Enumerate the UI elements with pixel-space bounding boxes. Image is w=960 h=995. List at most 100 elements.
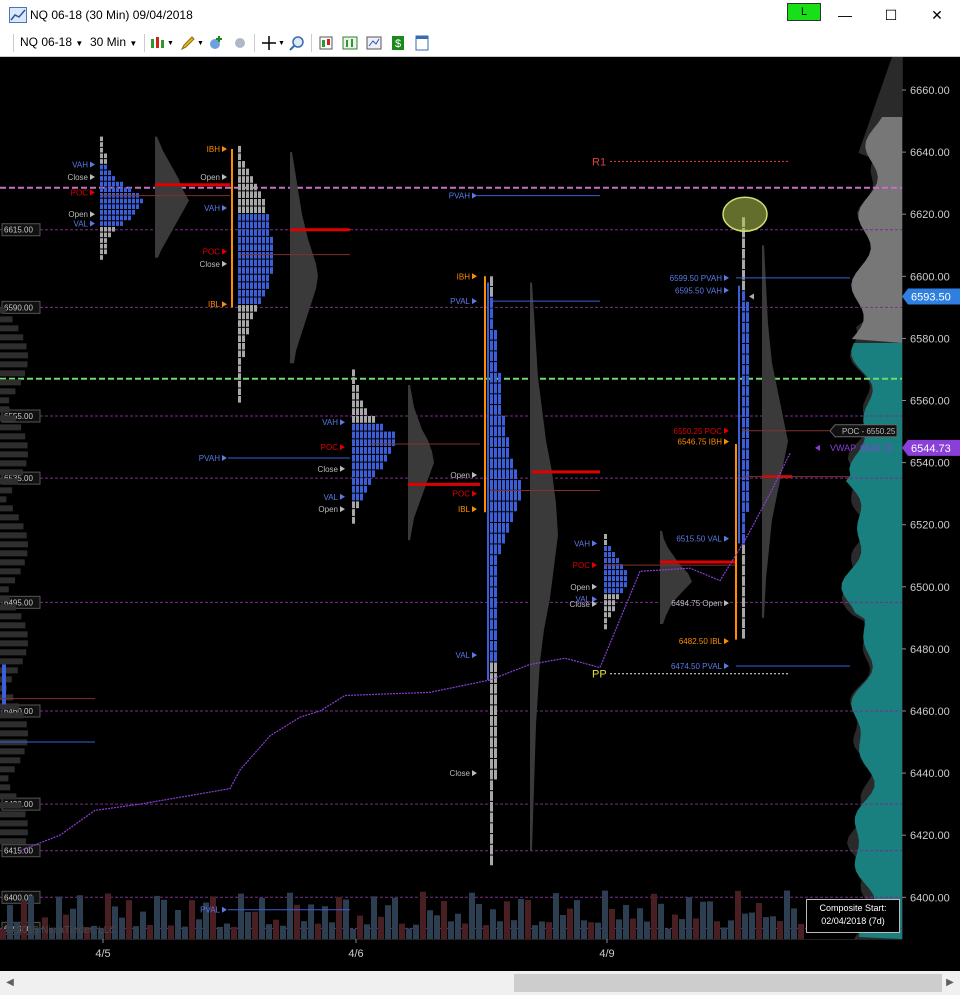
level-arrow-icon: [724, 662, 729, 669]
profile-level-label: POC: [573, 561, 591, 570]
tpo-block: [494, 598, 497, 608]
tpo-block: [262, 252, 265, 259]
tpo-block: [494, 651, 497, 662]
bar-type-icon[interactable]: [150, 35, 166, 51]
market-profile-chart[interactable]: 6615.006590.006555.006535.006495.006460.…: [0, 57, 902, 939]
tpo-block: [124, 187, 127, 193]
tpo-block: [376, 439, 379, 447]
tpo-block: [494, 694, 497, 705]
tpo-block: [746, 375, 749, 386]
status-badge[interactable]: L: [787, 3, 821, 21]
tpo-block: [742, 407, 745, 417]
tpo-block: [498, 501, 501, 512]
minimize-button[interactable]: —: [822, 0, 868, 30]
tpo-block: [612, 558, 615, 564]
title-bar[interactable]: NQ 06-18 (30 Min) 09/04/2018 L — ☐ ✕: [0, 0, 960, 30]
tpo-block: [494, 458, 497, 469]
vwap-value-label: 6544.73: [860, 443, 893, 453]
composite-start-date: 02/04/2018 (7d): [821, 916, 885, 926]
tpo-block: [246, 168, 249, 176]
strategies-icon[interactable]: [232, 35, 248, 51]
chart-trader-icon[interactable]: [318, 35, 334, 51]
tpo-block: [254, 236, 257, 244]
tpo-block: [242, 312, 245, 320]
performance-icon[interactable]: [342, 35, 358, 51]
tpo-block: [498, 458, 501, 469]
chevron-down-icon[interactable]: ▼: [278, 40, 285, 47]
volume-bar: [217, 926, 223, 939]
data-box-icon[interactable]: [366, 35, 382, 51]
tpo-block: [0, 766, 15, 773]
volume-bar: [175, 910, 181, 939]
tpo-block: [490, 319, 493, 329]
window-title: NQ 06-18 (30 Min) 09/04/2018: [30, 8, 193, 22]
tpo-block: [746, 312, 749, 322]
tpo-block: [0, 361, 28, 368]
price-axis[interactable]: 6660.00 6640.00 6620.00 6600.00 6580.00 6560.…: [901, 57, 960, 939]
tpo-block: [384, 447, 387, 454]
tpo-block: [514, 469, 517, 480]
tpo-block: [246, 305, 249, 312]
tpo-block: [100, 187, 103, 193]
close-button[interactable]: ✕: [914, 0, 960, 30]
tpo-block: [136, 204, 139, 209]
tpo-block: [250, 214, 253, 221]
maximize-button[interactable]: ☐: [868, 0, 914, 30]
horizontal-scrollbar[interactable]: ◀ ▶: [0, 971, 960, 995]
tpo-block: [604, 576, 607, 582]
tpo-block: [502, 415, 505, 426]
volume-bar: [161, 899, 167, 939]
chart-plot-area[interactable]: 6615.00 6590.00 6555.00 6535.00 6495.00 6460.…: [0, 57, 902, 939]
tpo-block: [612, 588, 615, 594]
tpo-block: [360, 493, 363, 501]
tpo-block: [120, 215, 123, 221]
tpo-block: [518, 480, 521, 490]
volume-bar: [735, 890, 741, 939]
crosshair-icon[interactable]: [261, 35, 277, 51]
money-icon[interactable]: $: [390, 35, 406, 51]
tpo-block: [616, 558, 619, 564]
chart-window: NQ 06-18 (30 Min) 09/04/2018 L — ☐ ✕ NQ …: [0, 0, 960, 995]
tpo-block: [0, 730, 28, 737]
tpo-block: [266, 236, 269, 244]
volume-bar: [665, 928, 671, 939]
chevron-down-icon[interactable]: ▼: [167, 40, 174, 47]
scrollbar-thumb[interactable]: [514, 974, 942, 992]
tpo-block: [360, 447, 363, 454]
last-price-label: 6593.50: [911, 291, 951, 303]
tpo-block: [490, 791, 493, 801]
tpo-block: [124, 204, 127, 209]
tpo-block: [490, 673, 493, 683]
scroll-left-arrow-icon[interactable]: ◀: [2, 974, 18, 992]
profile-level-label: IBH: [457, 272, 471, 281]
tpo-block: [238, 145, 241, 153]
tpo-block: [352, 392, 355, 400]
tpo-block: [494, 490, 497, 501]
volume-bar: [602, 890, 608, 939]
volume-bar: [644, 921, 650, 939]
tpo-block: [380, 462, 383, 470]
interval-selector[interactable]: 30 Min ▼: [90, 35, 137, 49]
tpo-block: [100, 249, 103, 255]
tpo-block: [0, 829, 28, 836]
tpo-block: [242, 342, 245, 350]
tpo-block: [100, 221, 103, 226]
properties-icon[interactable]: [414, 35, 430, 51]
tpo-block: [368, 454, 371, 462]
time-axis[interactable]: 4/5 4/6 4/9: [0, 938, 960, 971]
instrument-selector[interactable]: NQ 06-18 ▼: [20, 35, 83, 49]
tpo-block: [494, 555, 497, 565]
tpo-block: [372, 439, 375, 447]
zoom-icon[interactable]: [289, 35, 305, 51]
tpo-block: [742, 512, 745, 523]
tpo-block: [490, 308, 493, 319]
scroll-right-arrow-icon[interactable]: ▶: [942, 974, 958, 992]
tpo-block: [742, 417, 745, 428]
profile-level-label: PVAL: [200, 906, 220, 915]
chevron-down-icon[interactable]: ▼: [197, 40, 204, 47]
tpo-block: [746, 481, 749, 491]
drawing-pencil-icon[interactable]: [180, 35, 196, 51]
profile-level-label: Close: [450, 769, 471, 778]
level-arrow-icon: [472, 192, 477, 199]
add-indicator-icon[interactable]: [208, 35, 224, 51]
